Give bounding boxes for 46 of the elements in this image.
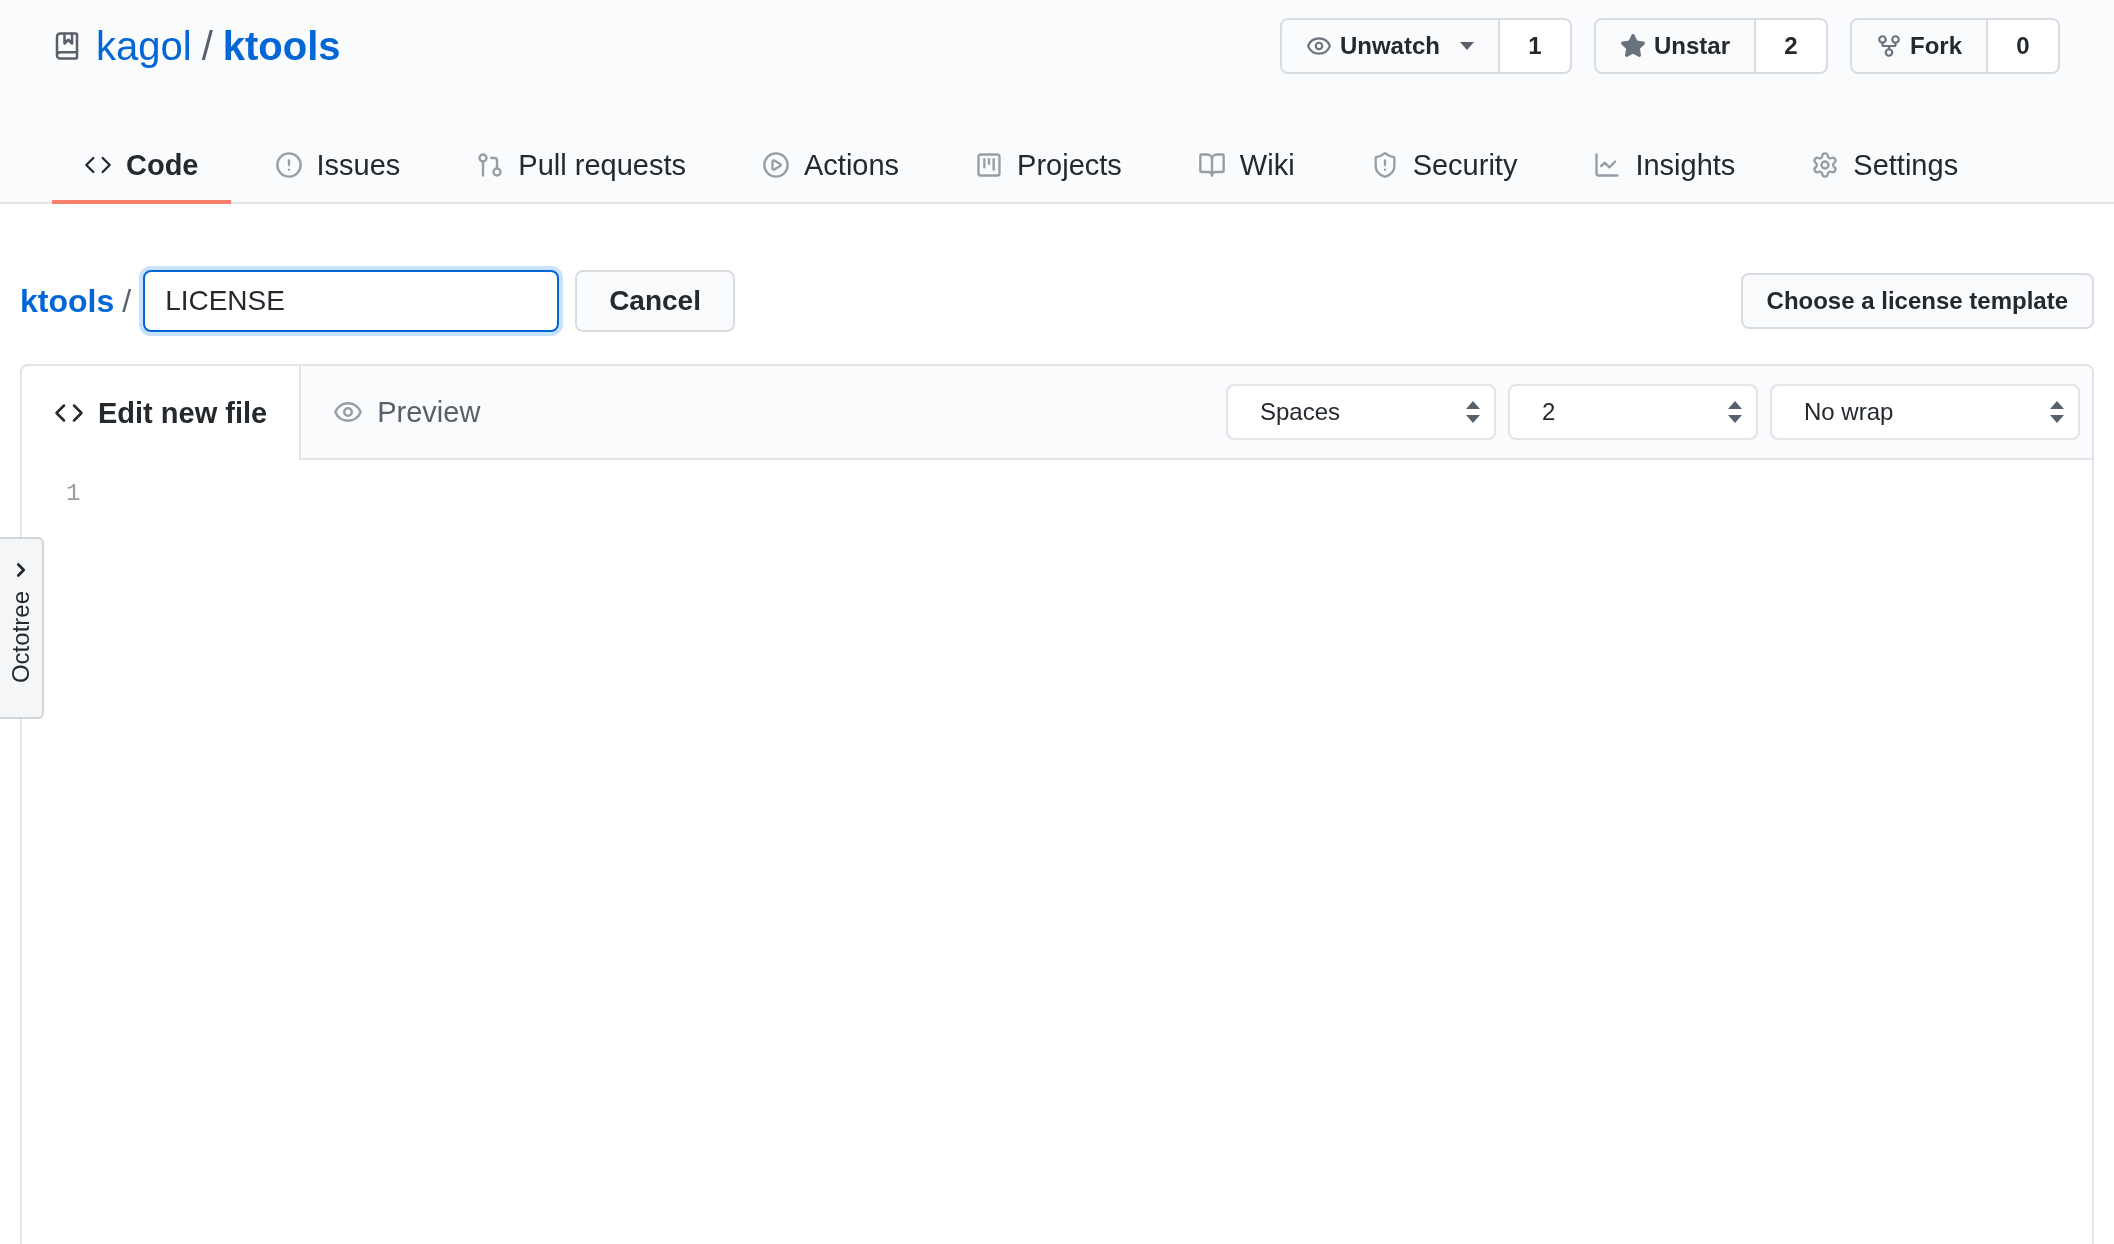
select-value: No wrap xyxy=(1804,398,1894,426)
repo-link[interactable]: ktools xyxy=(20,282,115,320)
star-icon xyxy=(1619,33,1646,59)
fork-button[interactable]: Fork xyxy=(1850,18,1988,74)
path-separator: / xyxy=(201,23,213,69)
nav-tab[interactable]: Code xyxy=(52,130,231,204)
nav-tab[interactable]: Projects xyxy=(943,130,1154,204)
play-icon xyxy=(762,151,790,179)
filename-field[interactable]: LICENSE xyxy=(143,270,560,332)
editor-tab[interactable]: Edit new file xyxy=(22,366,302,460)
line-number: 1 xyxy=(66,480,81,507)
license-template-button[interactable]: Choose a license template xyxy=(1740,273,2094,329)
fork-count[interactable]: 0 xyxy=(1988,18,2060,74)
select-value: 2 xyxy=(1542,398,1556,426)
select-field[interactable]: No wrap xyxy=(1770,384,2080,440)
watch-button[interactable]: Unwatch xyxy=(1279,18,1500,74)
owner-link[interactable]: kagol xyxy=(96,23,192,69)
updown-arrow-icon xyxy=(2050,401,2064,423)
star-button[interactable]: Unstar xyxy=(1593,18,1756,74)
nav-tab[interactable]: Wiki xyxy=(1165,130,1327,204)
select-value: Spaces xyxy=(1260,398,1341,426)
project-board-icon xyxy=(975,151,1004,179)
updown-arrow-icon xyxy=(1728,401,1742,423)
select-field[interactable]: Spaces xyxy=(1226,384,1496,440)
select-field[interactable]: 2 xyxy=(1508,384,1758,440)
settings-icon xyxy=(1811,151,1840,179)
octotree-tab[interactable]: Octotree xyxy=(0,537,44,719)
nav-tab[interactable]: Insights xyxy=(1561,130,1768,204)
book-icon xyxy=(1197,151,1226,179)
pull-request-icon xyxy=(476,151,505,179)
fork-icon xyxy=(1876,33,1902,59)
caret-icon xyxy=(1459,42,1474,50)
cancel-button[interactable]: Cancel xyxy=(575,270,735,332)
nav-tab[interactable]: Actions xyxy=(730,130,932,204)
graph-icon xyxy=(1593,151,1622,179)
nav-tab[interactable]: Issues xyxy=(242,130,433,204)
repo-link[interactable]: ktools xyxy=(222,23,341,69)
issue-icon xyxy=(274,151,303,179)
editor-tab[interactable]: Preview xyxy=(301,366,513,458)
nav-tab[interactable]: Security xyxy=(1338,130,1550,204)
path-separator: / xyxy=(122,282,132,320)
star-count[interactable]: 2 xyxy=(1756,18,1828,74)
updown-arrow-icon xyxy=(1466,401,1480,423)
nav-tab[interactable]: Settings xyxy=(1779,130,1991,204)
nav-tab[interactable]: Pull requests xyxy=(444,130,718,204)
watch-count[interactable]: 1 xyxy=(1499,18,1572,74)
